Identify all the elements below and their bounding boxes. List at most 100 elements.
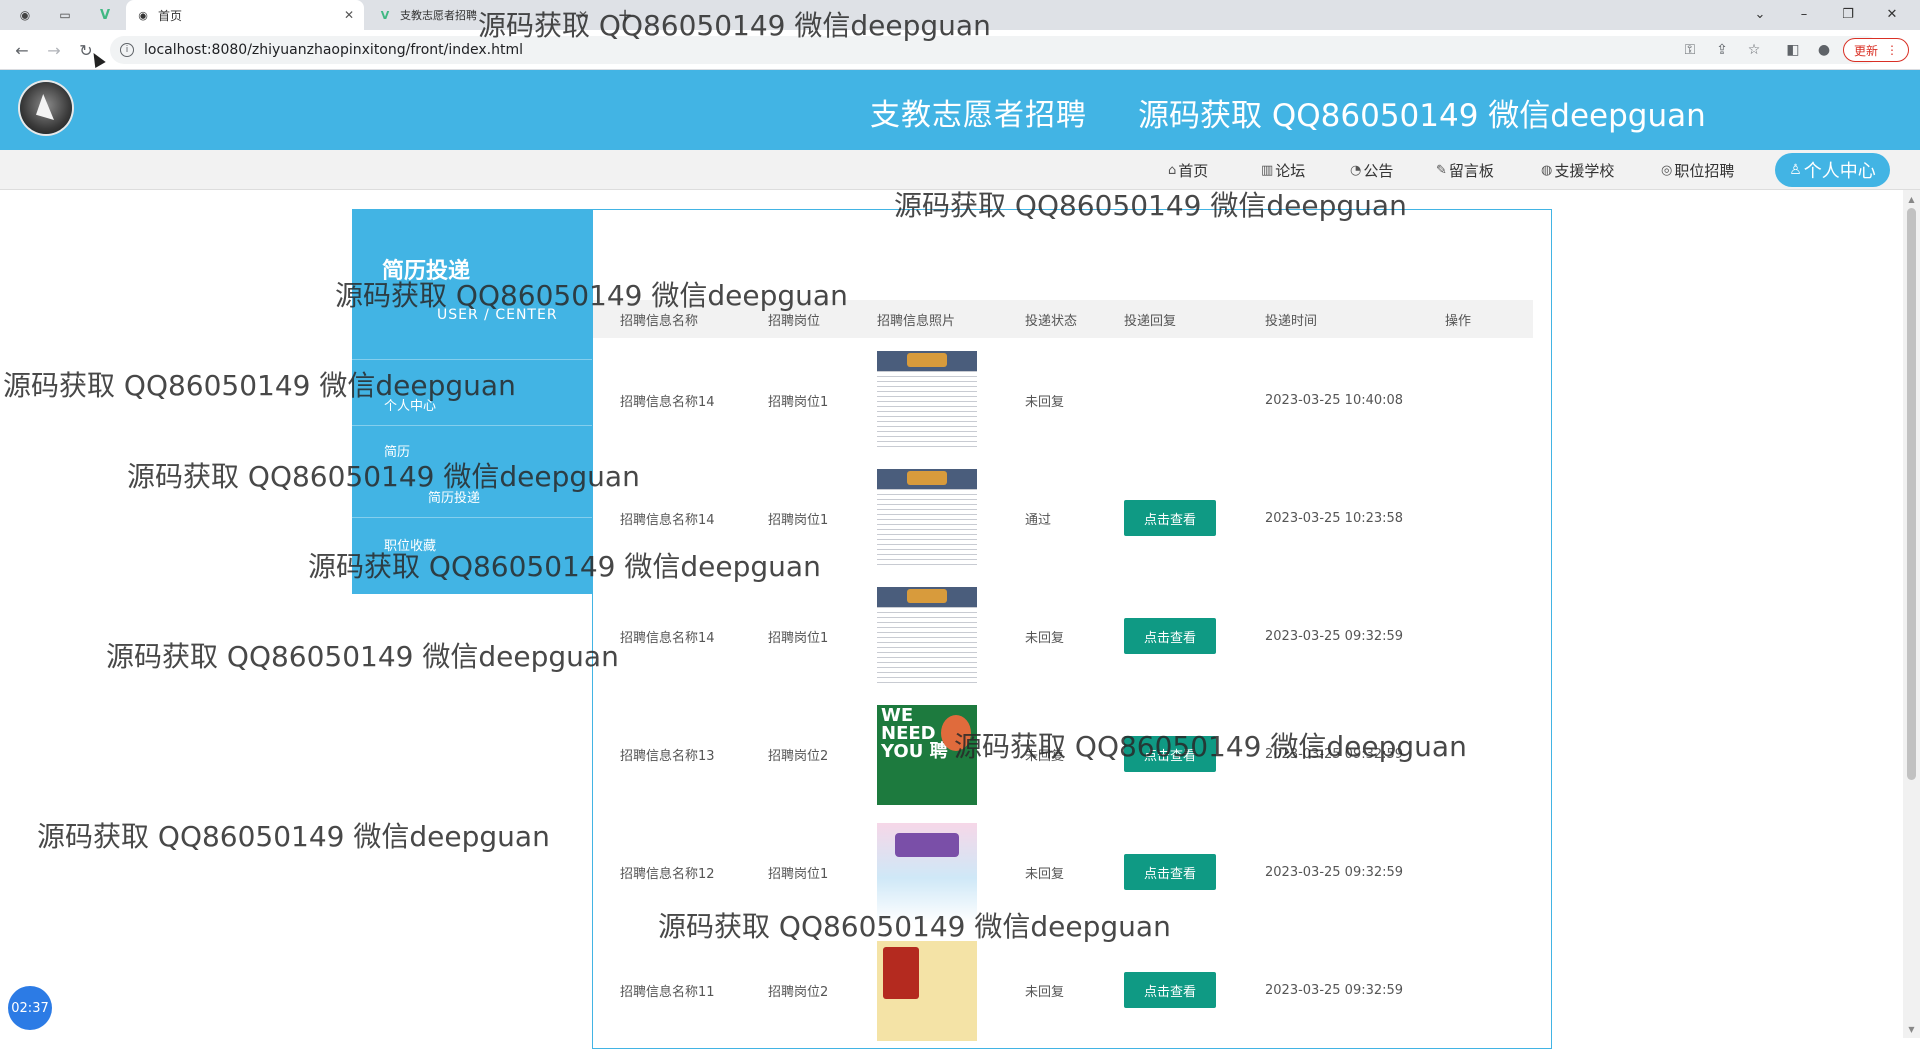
menu-item-schools[interactable]: ◍ 支援学校: [1541, 150, 1614, 190]
column-header: 招聘信息名称: [620, 313, 699, 329]
poster-image: [877, 823, 977, 923]
table-row: 招聘信息名称14 招聘岗位1 通过 点击查看 2023-03-25 10:23:…: [593, 459, 1533, 577]
job-name: 招聘信息名称11: [620, 984, 715, 1000]
tab-recruit[interactable]: V 支教志愿者招聘 ✕: [368, 0, 598, 30]
more-icon: ⋮: [1886, 43, 1898, 57]
job-post: 招聘岗位1: [768, 866, 829, 882]
tab-list-icon[interactable]: ⌄: [1738, 0, 1782, 28]
delivery-time: 2023-03-25 10:23:58: [1265, 510, 1404, 526]
notice-icon: ◔: [1350, 162, 1362, 178]
user-icon: ♙: [1789, 162, 1802, 178]
column-header: 投递时间: [1265, 313, 1318, 329]
scroll-up-icon[interactable]: ▲: [1907, 194, 1916, 204]
job-post: 招聘岗位1: [768, 630, 829, 646]
tab-group-icon[interactable]: ▭: [54, 5, 76, 25]
column-header: 投递状态: [1025, 313, 1078, 329]
sidebar-item-resume[interactable]: 简历: [384, 441, 410, 460]
site-logo[interactable]: [20, 82, 72, 134]
table-row: 招聘信息名称11 招聘岗位2 未回复 点击查看 2023-03-25 09:32…: [593, 931, 1533, 1049]
watermark: 源码获取 QQ86050149 微信deepguan: [37, 820, 550, 853]
job-name: 招聘信息名称13: [620, 748, 715, 764]
menu-item-label: 职位招聘: [1674, 161, 1735, 180]
menu-item-label: 支援学校: [1554, 161, 1615, 180]
share-icon[interactable]: ⇪: [1712, 40, 1732, 60]
job-photo[interactable]: WE NEED YOU 聘: [877, 705, 977, 805]
scroll-down-icon[interactable]: ▼: [1907, 1024, 1916, 1034]
view-reply-button[interactable]: 点击查看: [1124, 736, 1216, 772]
close-icon[interactable]: ✕: [344, 8, 354, 22]
vue-logo-icon[interactable]: V: [94, 5, 116, 25]
delivery-time: 2023-03-25 09:32:59: [1265, 628, 1404, 644]
url-field[interactable]: i localhost:8080/zhiyuanzhaopinxitong/fr…: [110, 36, 1880, 64]
menu-item-forum[interactable]: ▥ 论坛: [1261, 150, 1305, 190]
personal-center-label: 个人中心: [1803, 161, 1876, 182]
url-text: localhost:8080/zhiyuanzhaopinxitong/fron…: [144, 42, 524, 58]
delivery-status: 未回复: [1025, 630, 1065, 646]
job-icon: ◎: [1661, 162, 1673, 178]
key-icon[interactable]: ⚿: [1680, 40, 1700, 60]
delivery-time: 2023-03-25 09:32:59: [1265, 746, 1404, 762]
poster-image: [877, 941, 977, 1041]
tab-search-icon[interactable]: ◉: [14, 5, 36, 25]
watermark: 源码获取 QQ86050149 微信deepguan: [106, 640, 619, 673]
main-menu: ⌂ 首页 ▥ 论坛 ◔ 公告 ✎ 留言板 ◍ 支援学校 ◎ 职位招聘 ♙ 个人中心: [0, 150, 1920, 190]
sidebar-item-job-favorites[interactable]: 职位收藏: [384, 535, 436, 554]
info-icon[interactable]: i: [120, 43, 134, 57]
job-photo[interactable]: [877, 351, 977, 451]
new-tab-icon[interactable]: +: [614, 5, 636, 26]
site-header: 支教志愿者招聘 源码获取 QQ86050149 微信deepguan: [0, 70, 1920, 150]
minimize-icon[interactable]: –: [1782, 0, 1826, 28]
star-icon[interactable]: ☆: [1744, 40, 1764, 60]
view-reply-button[interactable]: 点击查看: [1124, 854, 1216, 890]
tab-home-label: 首页: [158, 8, 183, 23]
profile-icon[interactable]: ●: [1814, 40, 1834, 60]
delivery-status: 未回复: [1025, 394, 1065, 410]
menu-item-label: 留言板: [1448, 161, 1494, 180]
site-title: 支教志愿者招聘: [870, 98, 1087, 133]
personal-center-button[interactable]: ♙ 个人中心: [1775, 153, 1890, 187]
view-reply-button[interactable]: 点击查看: [1124, 618, 1216, 654]
menu-item-label: 首页: [1178, 161, 1209, 180]
window-close-icon[interactable]: ✕: [1870, 0, 1914, 28]
vue-logo-icon: V: [380, 8, 390, 22]
address-bar: ← → ↻ i localhost:8080/zhiyuanzhaopinxit…: [0, 30, 1920, 70]
table-row: 招聘信息名称12 招聘岗位1 未回复 点击查看 2023-03-25 09:32…: [593, 813, 1533, 931]
table-row: 招聘信息名称14 招聘岗位1 未回复 2023-03-25 10:40:08: [593, 341, 1533, 459]
column-header: 投递回复: [1124, 313, 1177, 329]
delivery-status: 未回复: [1025, 866, 1065, 882]
close-icon[interactable]: ✕: [578, 8, 588, 22]
sidepanel-icon[interactable]: ◧: [1783, 40, 1803, 60]
forward-icon[interactable]: →: [42, 38, 66, 62]
menu-item-message-board[interactable]: ✎ 留言板: [1436, 150, 1494, 190]
restore-icon[interactable]: ❐: [1826, 0, 1870, 28]
job-photo[interactable]: [877, 587, 977, 687]
table-row: 招聘信息名称13 招聘岗位2 WE NEED YOU 聘 未回复 点击查看 20…: [593, 695, 1533, 813]
menu-item-notice[interactable]: ◔ 公告: [1350, 150, 1393, 190]
sidebar: 简历投递 USER / CENTER 个人中心 简历 简历投递 职位收藏: [352, 209, 592, 594]
job-post: 招聘岗位2: [768, 748, 829, 764]
table-header: 招聘信息名称 招聘岗位 招聘信息照片 投递状态 投递回复 投递时间 操作: [593, 300, 1533, 338]
job-name: 招聘信息名称12: [620, 866, 715, 882]
menu-item-home[interactable]: ⌂ 首页: [1168, 150, 1208, 190]
column-header: 招聘信息照片: [877, 313, 956, 329]
back-icon[interactable]: ←: [10, 38, 34, 62]
header-watermark: 源码获取 QQ86050149 微信deepguan: [1138, 98, 1706, 134]
job-photo[interactable]: [877, 941, 977, 1041]
tab-recruit-label: 支教志愿者招聘: [400, 9, 477, 22]
view-reply-button[interactable]: 点击查看: [1124, 972, 1216, 1008]
view-reply-button[interactable]: 点击查看: [1124, 500, 1216, 536]
sidebar-item-resume-delivery[interactable]: 简历投递: [428, 487, 480, 506]
tab-home[interactable]: ◉ 首页 ✕: [126, 0, 364, 30]
sidebar-item-personal-center[interactable]: 个人中心: [384, 395, 436, 414]
update-label: 更新: [1853, 43, 1878, 58]
recording-timer: 02:37: [8, 986, 52, 1030]
job-photo[interactable]: [877, 469, 977, 569]
divider: [352, 359, 592, 360]
job-photo[interactable]: [877, 823, 977, 923]
home-icon: ⌂: [1168, 162, 1177, 178]
update-button[interactable]: 更新 ⋮: [1843, 38, 1909, 62]
column-header: 操作: [1445, 313, 1472, 329]
page-scrollbar[interactable]: ▲ ▼: [1903, 190, 1920, 1038]
scroll-thumb[interactable]: [1907, 208, 1916, 780]
menu-item-jobs[interactable]: ◎ 职位招聘: [1661, 150, 1734, 190]
